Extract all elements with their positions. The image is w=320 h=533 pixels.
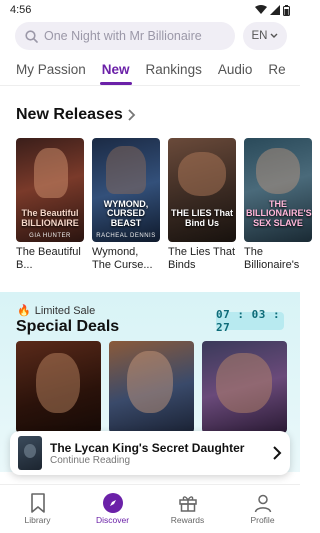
nav-profile[interactable]: Profile [225, 485, 300, 533]
search-input[interactable]: One Night with Mr Billionaire [15, 22, 235, 50]
cover-art [178, 152, 226, 196]
cover-art [127, 351, 173, 413]
cover-title: The Beautiful BILLIONAIRE [21, 208, 79, 228]
gift-icon [178, 496, 197, 512]
continue-reading-cover [18, 436, 42, 470]
library-icon [30, 493, 45, 513]
book-title: The Billionaire's [244, 246, 300, 271]
tab-audio[interactable]: Audio [218, 58, 253, 85]
fire-icon: 🔥 [17, 305, 31, 317]
search-placeholder: One Night with Mr Billionaire [44, 29, 202, 43]
new-releases-list: The Beautiful BILLIONAIRE GIA HUNTER The… [16, 138, 312, 272]
status-time: 4:56 [10, 4, 32, 16]
category-tabs: My Passion New Rankings Audio Re [0, 58, 300, 86]
continue-reading-title: The Lycan King's Secret Daughter [50, 440, 245, 455]
book-title: The Lies That Binds [168, 246, 236, 271]
battery-icon [283, 4, 290, 16]
book-card[interactable]: THE BILLIONAIRE'S SEX SLAVE The Billiona… [244, 138, 312, 272]
tab-new[interactable]: New [99, 58, 132, 85]
profile-icon [254, 494, 271, 513]
language-selector[interactable]: EN [243, 22, 287, 50]
deal-book-cover[interactable] [202, 341, 287, 433]
special-deals-title: Special Deals [16, 318, 119, 336]
discover-icon [102, 493, 123, 513]
chevron-down-icon [270, 33, 278, 38]
book-card[interactable]: The Beautiful BILLIONAIRE GIA HUNTER The… [16, 138, 84, 272]
cover-title: THE LIES That Bind Us [170, 208, 233, 228]
language-label: EN [251, 30, 268, 42]
continue-reading-subtitle: Continue Reading [50, 454, 131, 466]
book-title: Wymond, The Curse... [92, 246, 153, 271]
cover-art [24, 444, 36, 458]
bottom-nav: Library Discover Rewards Profile [0, 484, 300, 533]
cover-title: WYMOND, CURSED BEAST [103, 198, 149, 228]
cover-author: RACHEAL DENNIS [96, 233, 156, 239]
chevron-right-icon [273, 446, 282, 460]
limited-sale-label: Limited Sale [34, 304, 96, 317]
cover-art [216, 353, 272, 413]
tab-more[interactable]: Re [268, 58, 285, 85]
new-releases-title: New Releases [16, 106, 123, 123]
book-card[interactable]: WYMOND, CURSED BEAST RACHEAL DENNIS Wymo… [92, 138, 160, 272]
special-deals-title-text: Special Deals [16, 318, 120, 335]
deal-book-cover[interactable] [16, 341, 101, 433]
wifi-icon [255, 5, 267, 14]
nav-rewards-label: Rewards [170, 515, 205, 525]
status-icons [255, 4, 290, 16]
book-card[interactable]: THE LIES That Bind Us The Lies That Bind… [168, 138, 236, 272]
countdown-timer: 07 : 03 : 27 [216, 308, 284, 334]
cover-art [106, 146, 146, 194]
cover-title: THE BILLIONAIRE'S SEX SLAVE [246, 198, 312, 228]
deal-book-cover[interactable] [109, 341, 194, 433]
special-deals-list [16, 341, 287, 433]
book-title: The Beautiful B... [16, 246, 81, 271]
nav-discover[interactable]: Discover [75, 485, 150, 533]
nav-rewards[interactable]: Rewards [150, 485, 225, 533]
limited-sale-badge: 🔥 Limited Sale [17, 304, 96, 318]
tab-my-passion[interactable]: My Passion [16, 58, 86, 85]
book-cover: THE BILLIONAIRE'S SEX SLAVE [244, 138, 312, 242]
nav-profile-label: Profile [250, 515, 275, 525]
signal-icon [270, 5, 280, 15]
chevron-right-icon [128, 109, 136, 121]
search-row: One Night with Mr Billionaire EN [15, 22, 287, 50]
cover-art [34, 148, 68, 198]
nav-discover-label: Discover [95, 515, 130, 525]
new-releases-header[interactable]: New Releases [16, 106, 136, 124]
continue-reading-info: The Lycan King's Secret Daughter Continu… [50, 441, 264, 466]
tab-rankings[interactable]: Rankings [146, 58, 202, 85]
nav-library[interactable]: Library [0, 485, 75, 533]
book-cover: THE LIES That Bind Us [168, 138, 236, 242]
search-icon [25, 29, 38, 43]
nav-library-label: Library [24, 515, 51, 525]
cover-author: GIA HUNTER [29, 233, 71, 239]
continue-reading-bar[interactable]: The Lycan King's Secret Daughter Continu… [10, 431, 290, 475]
book-cover: The Beautiful BILLIONAIRE GIA HUNTER [16, 138, 84, 242]
cover-art [36, 353, 80, 413]
cover-art [256, 148, 300, 194]
book-cover: WYMOND, CURSED BEAST RACHEAL DENNIS [92, 138, 160, 242]
status-bar: 4:56 [0, 0, 300, 20]
